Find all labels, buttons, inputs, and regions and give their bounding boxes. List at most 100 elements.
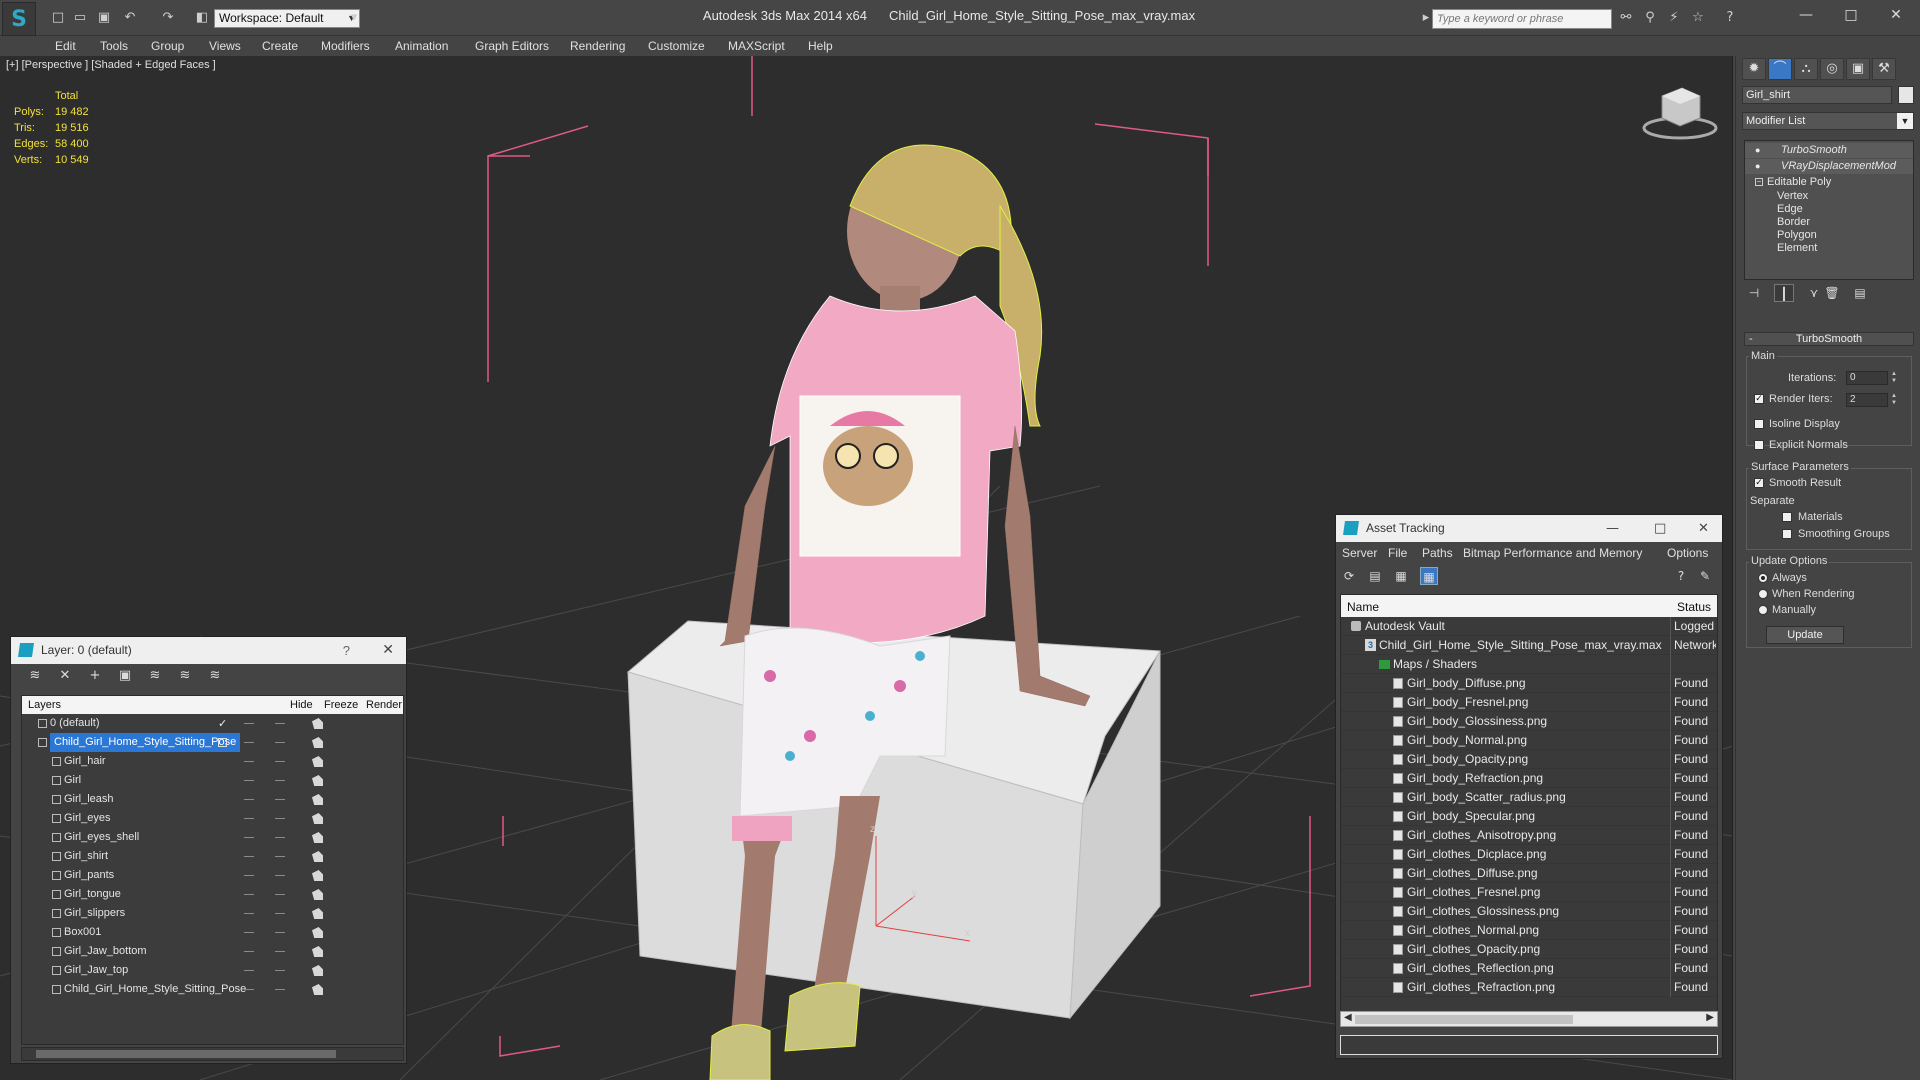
open-file-icon[interactable]: ▭ [72,10,88,26]
hide-toggle-icon[interactable] [244,989,254,990]
update-manually-radio[interactable] [1758,605,1768,615]
column-hide[interactable]: Hide [290,699,313,711]
hide-toggle-icon[interactable] [244,723,254,724]
column-status[interactable]: Status [1677,600,1711,614]
asset-row[interactable]: 3 Child_Girl_Home_Style_Sitting_Pose_max_… [1341,636,1717,655]
column-render[interactable]: Render [366,699,402,711]
asset-row[interactable]: Girl_body_Normal.png Found [1341,731,1717,750]
asset-row[interactable]: Girl_body_Glossiness.png Found [1341,712,1717,731]
modifier-list-dropdown[interactable]: Modifier List ▼ [1742,112,1914,130]
configure-modifier-sets-icon[interactable]: ▤ [1850,284,1870,302]
menu-rendering[interactable]: Rendering [570,39,625,53]
asset-row[interactable]: Girl_body_Fresnel.png Found [1341,693,1717,712]
freeze-toggle-icon[interactable] [275,742,285,743]
column-freeze[interactable]: Freeze [324,699,358,711]
render-teapot-icon[interactable] [312,737,323,748]
freeze-all-icon[interactable]: ≋ [207,668,223,684]
viewport-label-menu[interactable]: [+] [Perspective ] [Shaded + Edged Faces… [6,59,216,71]
hide-toggle-icon[interactable] [244,799,254,800]
create-layer-icon[interactable]: + [87,668,103,684]
menu-tools[interactable]: Tools [100,39,128,53]
workspace-dropdown[interactable]: Workspace: Default ▼ [214,9,360,28]
maximize-icon[interactable]: □ [1654,515,1666,542]
minimize-icon[interactable]: — [1795,6,1817,24]
lightbulb-icon[interactable]: ● [1755,159,1760,174]
render-teapot-icon[interactable] [312,927,323,938]
freeze-toggle-icon[interactable] [275,761,285,762]
dropdown-arrow-icon[interactable]: ▾ [346,10,362,26]
object-name-field[interactable]: Girl_shirt [1742,86,1892,104]
render-teapot-icon[interactable] [312,851,323,862]
render-teapot-icon[interactable] [312,965,323,976]
hide-toggle-icon[interactable] [244,894,254,895]
layer-row[interactable]: Girl_Jaw_bottom [22,942,403,961]
asset-row[interactable]: Girl_body_Diffuse.png Found [1341,674,1717,693]
column-name[interactable]: Name [1347,600,1379,614]
hide-toggle-icon[interactable] [244,761,254,762]
asset-row[interactable]: Girl_clothes_Diffuse.png Found [1341,864,1717,883]
smooth-result-checkbox[interactable]: ✓ [1754,478,1764,488]
create-tab-icon[interactable]: ✹ [1742,58,1766,80]
remove-modifier-icon[interactable]: 🗑 [1822,284,1842,302]
refresh-icon[interactable]: ⟳ [1340,567,1358,585]
asset-row[interactable]: Girl_clothes_Opacity.png Found [1341,940,1717,959]
asset-row[interactable]: Girl_body_Opacity.png Found [1341,750,1717,769]
render-teapot-icon[interactable] [312,718,323,729]
minimize-icon[interactable]: — [1606,515,1619,542]
layer-row[interactable]: Box001 [22,923,403,942]
layer-row[interactable]: Girl_pants [22,866,403,885]
hide-toggle-icon[interactable] [244,780,254,781]
freeze-toggle-icon[interactable] [275,818,285,819]
menu-group[interactable]: Group [151,39,184,53]
highlight-layer-icon[interactable]: ≋ [147,668,163,684]
asset-row[interactable]: Girl_clothes_Fresnel.png Found [1341,883,1717,902]
undo-icon[interactable]: ↶ [122,10,138,26]
asset-row[interactable]: Girl_clothes_Refraction.png Found [1341,978,1717,997]
update-always-radio[interactable] [1758,573,1768,583]
freeze-toggle-icon[interactable] [275,989,285,990]
close-icon[interactable]: ✕ [1698,515,1709,542]
hide-all-icon[interactable]: ≋ [177,668,193,684]
resolve-icon[interactable]: ✎ [1696,567,1714,585]
menu-modifiers[interactable]: Modifiers [321,39,370,53]
help-icon[interactable]: ? [1722,10,1738,26]
update-when-rendering-radio[interactable] [1758,589,1768,599]
modify-tab-icon[interactable]: ⌒ [1768,58,1792,80]
utilities-tab-icon[interactable]: ⚒ [1872,58,1896,80]
stack-sub-element[interactable]: Element [1745,241,1913,256]
new-file-icon[interactable]: □ [50,10,66,26]
lightbulb-icon[interactable]: ● [1755,143,1760,158]
render-teapot-icon[interactable] [312,813,323,824]
set-current-layer-icon[interactable] [218,738,227,747]
stack-item-turbosmooth[interactable]: ● TurboSmooth [1745,143,1913,158]
hide-toggle-icon[interactable] [244,951,254,952]
asset-row[interactable]: Girl_clothes_Normal.png Found [1341,921,1717,940]
render-iters-checkbox[interactable]: ✓ [1754,394,1764,404]
scroll-thumb[interactable] [36,1050,336,1058]
show-end-result-icon[interactable]: ┃ [1774,284,1794,302]
stack-item-vraydisplacement[interactable]: ● VRayDisplacementMod [1745,159,1913,174]
freeze-toggle-icon[interactable] [275,932,285,933]
layer-row[interactable]: Girl_tongue [22,885,403,904]
render-teapot-icon[interactable] [312,889,323,900]
app-menu-button[interactable]: S [2,2,36,36]
search-input[interactable]: Type a keyword or phrase [1432,9,1612,29]
scroll-right-icon[interactable]: ▶ [1706,1012,1714,1023]
update-button[interactable]: Update [1766,626,1844,644]
asset-row[interactable]: Girl_clothes_Glossiness.png Found [1341,902,1717,921]
freeze-toggle-icon[interactable] [275,856,285,857]
render-teapot-icon[interactable] [312,775,323,786]
asset-horizontal-scrollbar[interactable]: ◀ ▶ [1340,1011,1718,1027]
help-button[interactable]: ? [343,637,350,664]
hierarchy-tab-icon[interactable]: ⛬ [1794,58,1818,80]
render-teapot-icon[interactable] [312,984,323,995]
render-teapot-icon[interactable] [312,908,323,919]
asset-row[interactable]: Girl_clothes_Anisotropy.png Found [1341,826,1717,845]
explicit-normals-checkbox[interactable] [1754,440,1764,450]
motion-tab-icon[interactable]: ◎ [1820,58,1844,80]
layer-row[interactable]: Girl_slippers [22,904,403,923]
table-view-icon[interactable]: ▦ [1420,567,1438,585]
asset-row[interactable]: Girl_body_Specular.png Found [1341,807,1717,826]
object-color-swatch[interactable] [1898,86,1914,104]
hide-toggle-icon[interactable] [244,818,254,819]
